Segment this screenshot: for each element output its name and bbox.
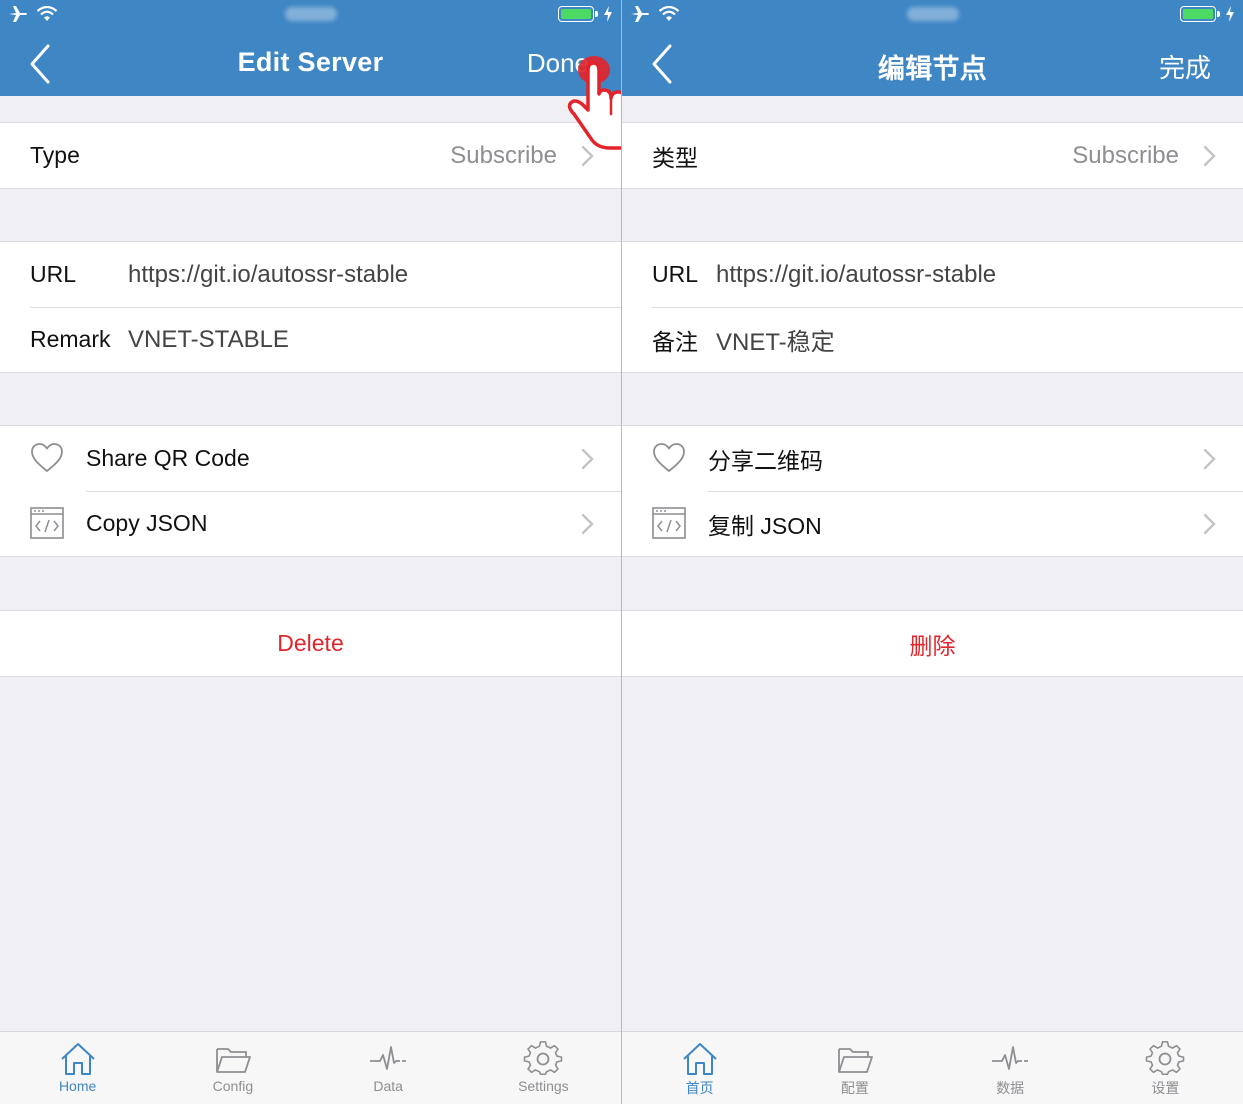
copy-json-label: 复制 JSON	[708, 512, 822, 539]
heart-icon	[31, 443, 63, 472]
tab-settings[interactable]: Settings	[466, 1032, 621, 1104]
tab-home[interactable]: 首页	[622, 1032, 777, 1104]
charging-bolt-icon	[604, 6, 612, 22]
url-label: URL	[30, 261, 77, 287]
type-section: Type Subscribe	[0, 122, 621, 189]
chevron-right-icon	[1203, 145, 1216, 167]
tap-hand-pointer-icon	[567, 56, 621, 150]
tab-data[interactable]: Data	[311, 1032, 466, 1104]
remark-label: 备注	[652, 328, 698, 355]
remark-row: 备注 VNET-稳定	[622, 307, 1243, 372]
gear-icon	[524, 1041, 563, 1075]
done-button[interactable]: 完成	[1159, 48, 1211, 85]
type-row[interactable]: Type Subscribe	[0, 123, 621, 188]
tab-bar: Home Config Data Settings	[0, 1031, 621, 1104]
gear-icon	[1146, 1041, 1185, 1075]
share-qr-row[interactable]: Share QR Code	[0, 426, 621, 491]
server-fields-section: URL https://git.io/autossr-stable 备注 VNE…	[622, 241, 1243, 373]
left-panel: Edit Server Done Type Subscribe URL http…	[0, 0, 621, 1104]
tab-label: 设置	[1151, 1080, 1180, 1096]
wifi-icon	[36, 6, 58, 21]
url-field[interactable]: https://git.io/autossr-stable	[716, 261, 996, 289]
status-bar	[622, 0, 1243, 30]
wifi-icon	[658, 6, 680, 21]
type-label: Type	[30, 142, 80, 168]
delete-label: Delete	[277, 630, 344, 656]
url-row: URL https://git.io/autossr-stable	[622, 242, 1243, 307]
copy-json-row[interactable]: Copy JSON	[0, 491, 621, 556]
folder-icon	[837, 1048, 873, 1073]
delete-label: 删除	[909, 632, 956, 659]
tab-bar: 首页 配置 数据 设置	[622, 1031, 1243, 1104]
tab-label: Data	[373, 1078, 403, 1094]
share-qr-label: Share QR Code	[86, 445, 250, 471]
folder-icon	[215, 1048, 251, 1073]
tab-data[interactable]: 数据	[933, 1032, 1088, 1104]
tab-label: Home	[58, 1078, 97, 1094]
code-window-icon	[30, 507, 64, 539]
carrier-blurred	[906, 7, 959, 21]
share-qr-label: 分享二维码	[708, 447, 823, 474]
tab-settings[interactable]: 设置	[1088, 1032, 1243, 1104]
home-icon	[60, 1043, 95, 1075]
actions-section: Share QR Code Copy JSON	[0, 425, 621, 557]
remark-field[interactable]: VNET-稳定	[716, 322, 835, 357]
remark-label: Remark	[30, 326, 111, 352]
tab-label: 首页	[685, 1080, 714, 1096]
url-row: URL https://git.io/autossr-stable	[0, 242, 621, 307]
pulse-icon	[370, 1046, 407, 1070]
airplane-mode-icon	[631, 6, 649, 22]
chevron-right-icon	[1203, 448, 1216, 470]
remark-field[interactable]: VNET-STABLE	[128, 326, 289, 354]
type-row[interactable]: 类型 Subscribe	[622, 123, 1243, 188]
tab-config[interactable]: Config	[155, 1032, 310, 1104]
chevron-right-icon	[581, 448, 594, 470]
type-value: Subscribe	[450, 141, 557, 169]
status-bar	[0, 0, 621, 30]
delete-section: 删除	[622, 610, 1243, 677]
battery-icon	[1180, 6, 1220, 22]
battery-icon	[558, 6, 598, 22]
copy-json-label: Copy JSON	[86, 510, 208, 536]
server-fields-section: URL https://git.io/autossr-stable Remark…	[0, 241, 621, 373]
charging-bolt-icon	[1226, 6, 1234, 22]
navigation-bar: 编辑节点 完成	[622, 30, 1243, 96]
tab-config[interactable]: 配置	[777, 1032, 932, 1104]
tab-label: 配置	[840, 1080, 869, 1096]
copy-json-row[interactable]: 复制 JSON	[622, 491, 1243, 556]
url-field[interactable]: https://git.io/autossr-stable	[128, 261, 408, 289]
pulse-icon	[992, 1046, 1029, 1070]
remark-row: Remark VNET-STABLE	[0, 307, 621, 372]
delete-button[interactable]: 删除	[622, 611, 1243, 676]
home-icon	[682, 1043, 717, 1075]
airplane-mode-icon	[9, 6, 27, 22]
type-label: 类型	[652, 144, 698, 171]
type-section: 类型 Subscribe	[622, 122, 1243, 189]
actions-section: 分享二维码 复制 JSON	[622, 425, 1243, 557]
tab-label: 数据	[996, 1080, 1025, 1096]
url-label: URL	[652, 261, 699, 287]
type-value: Subscribe	[1072, 141, 1179, 169]
heart-icon	[653, 443, 685, 472]
delete-section: Delete	[0, 610, 621, 677]
code-window-icon	[652, 507, 686, 539]
delete-button[interactable]: Delete	[0, 611, 621, 676]
tab-label: Settings	[518, 1078, 569, 1094]
share-qr-row[interactable]: 分享二维码	[622, 426, 1243, 491]
page-title: 编辑节点	[877, 54, 988, 84]
tab-home[interactable]: Home	[0, 1032, 155, 1104]
tab-label: Config	[212, 1078, 254, 1094]
navigation-bar: Edit Server Done	[0, 30, 621, 96]
chevron-right-icon	[1203, 513, 1216, 535]
chevron-right-icon	[581, 513, 594, 535]
carrier-blurred	[284, 7, 337, 21]
right-panel: 编辑节点 完成 类型 Subscribe URL https://git.io/…	[621, 0, 1243, 1104]
